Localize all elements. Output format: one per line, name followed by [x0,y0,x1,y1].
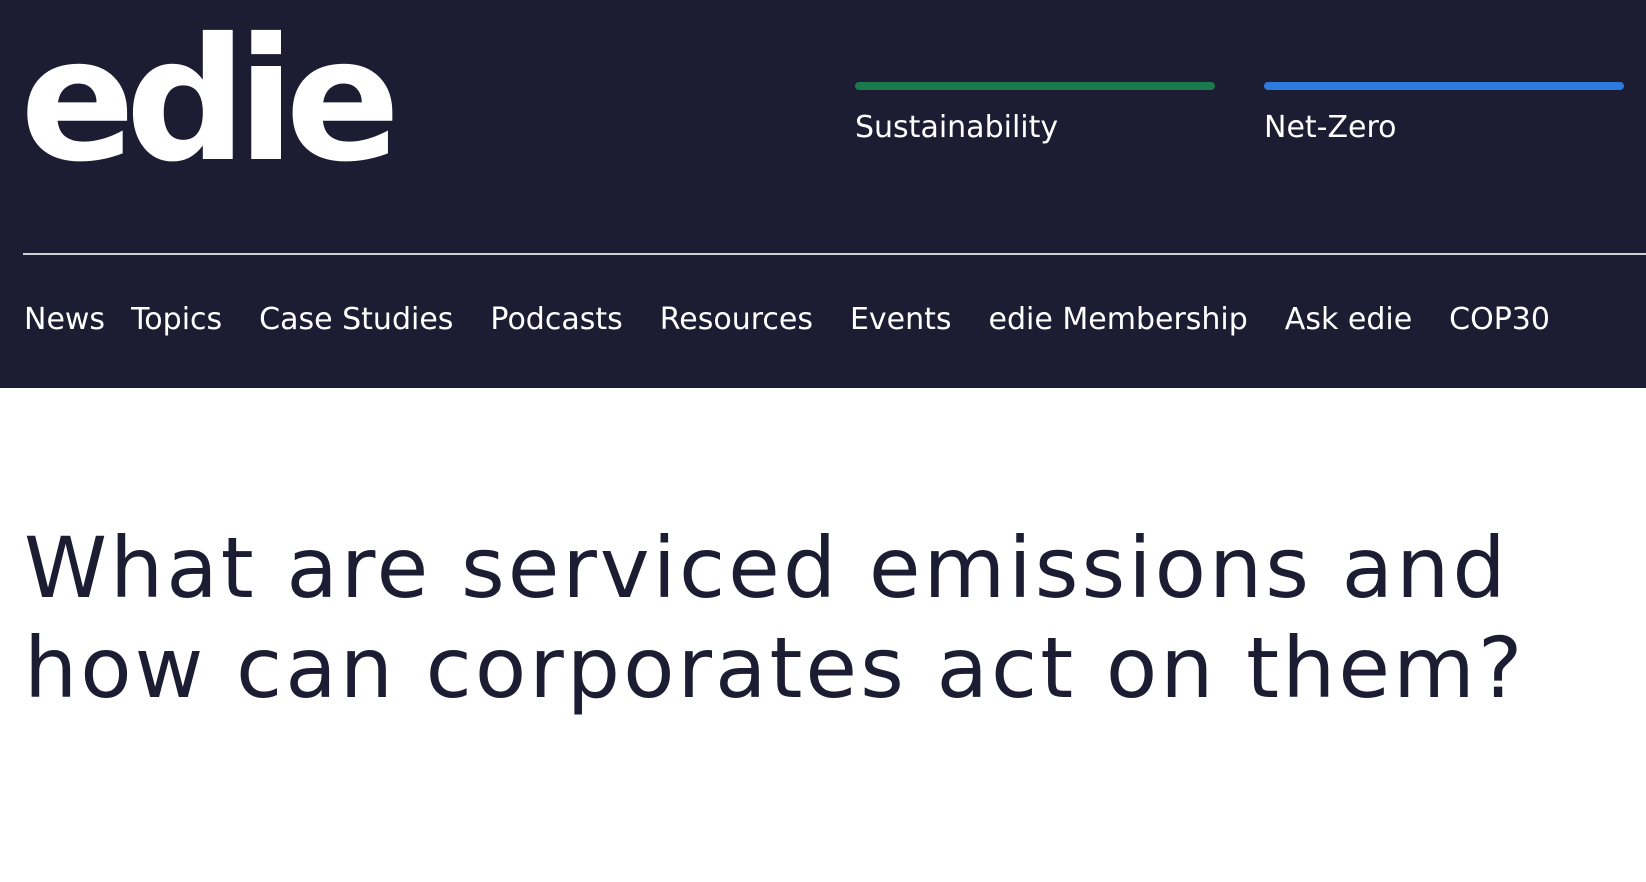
nav-item-ask-edie[interactable]: Ask edie [1285,302,1412,338]
nav-item-cop30[interactable]: COP30 [1449,302,1550,338]
site-header: edie Sustainability Net-Zero News Topics C… [0,0,1646,388]
nav-item-edie-membership[interactable]: edie Membership [989,302,1248,338]
nav-item-podcasts[interactable]: Podcasts [490,302,622,338]
channel-net-zero-label: Net-Zero [1264,110,1397,145]
nav-item-case-studies[interactable]: Case Studies [259,302,453,338]
nav-item-events[interactable]: Events [850,302,952,338]
nav-item-topics[interactable]: Topics [131,302,222,338]
nav-item-news[interactable]: News [24,302,105,338]
channel-net-zero-bar [1264,82,1624,90]
article-title: What are serviced emissions and how can … [24,519,1526,717]
main-nav: News Topics Case Studies Podcasts Resources E… [24,302,1587,338]
channel-sustainability-bar [855,82,1215,90]
channel-sustainability[interactable]: Sustainability [855,82,1215,146]
header-divider [23,253,1646,255]
edie-logo[interactable]: edie [20,16,401,186]
channel-sustainability-label: Sustainability [855,110,1059,145]
nav-item-resources[interactable]: Resources [660,302,813,338]
channel-net-zero[interactable]: Net-Zero [1264,82,1624,146]
